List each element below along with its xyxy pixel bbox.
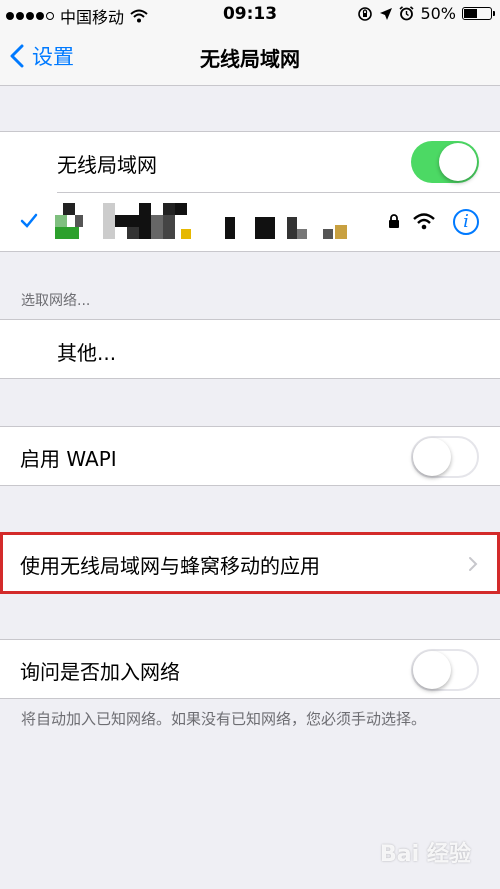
connected-network-row[interactable]: i xyxy=(0,193,500,252)
navigation-bar: 设置 无线局域网 xyxy=(0,30,500,86)
other-network-group: 其他... xyxy=(0,319,500,379)
status-right: 50% xyxy=(357,4,495,23)
battery-percent: 50% xyxy=(420,4,456,23)
network-name-obscured xyxy=(55,203,355,243)
wapi-toggle[interactable] xyxy=(411,436,479,478)
other-network-button[interactable]: 其他... xyxy=(57,337,116,366)
baidu-watermark: Bai 经验 xyxy=(380,842,471,867)
wifi-strength-icon xyxy=(413,213,435,230)
location-icon xyxy=(380,7,393,20)
alarm-icon xyxy=(399,6,414,21)
battery-icon xyxy=(462,7,495,20)
wifi-group: 无线局域网 i xyxy=(0,131,500,252)
choose-network-header: 选取网络... xyxy=(21,293,91,309)
info-button[interactable]: i xyxy=(453,209,479,235)
ask-join-footer: 将自动加入已知网络。如果没有已知网络，您必须手动选择。 xyxy=(21,710,427,728)
wifi-label: 无线局域网 xyxy=(57,153,157,177)
highlight-box xyxy=(0,532,500,594)
wapi-group: 启用 WAPI xyxy=(0,426,500,486)
rotation-lock-icon xyxy=(358,6,373,21)
status-bar: 中国移动 09:13 50% xyxy=(0,0,500,30)
wifi-toggle[interactable] xyxy=(411,141,479,183)
checkmark-icon xyxy=(20,213,38,228)
page-title: 无线局域网 xyxy=(200,47,300,71)
lock-icon xyxy=(389,214,399,228)
wapi-label: 启用 WAPI xyxy=(20,447,117,471)
ask-join-toggle[interactable] xyxy=(411,649,479,691)
ask-join-label: 询问是否加入网络 xyxy=(20,660,180,684)
ask-join-group: 询问是否加入网络 xyxy=(0,639,500,699)
